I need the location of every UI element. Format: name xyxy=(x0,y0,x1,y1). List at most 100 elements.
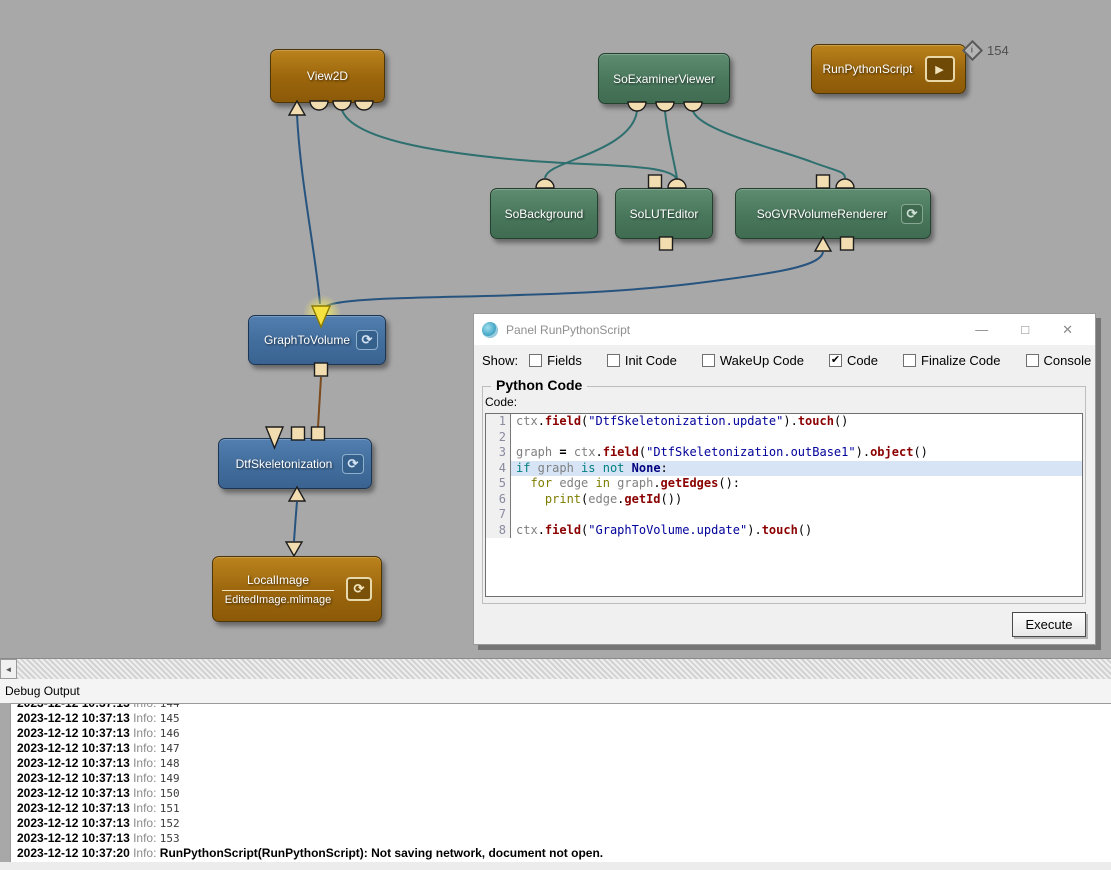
log-entry: 2023-12-12 10:37:13 Info: 149 xyxy=(17,771,1111,786)
node-label: GraphToVolume xyxy=(264,333,350,347)
diamond-info-icon: i xyxy=(962,40,983,61)
refresh-icon[interactable]: ⟳ xyxy=(901,204,923,224)
connector-triangle xyxy=(289,101,305,115)
code-line: 5 for edge in graph.getEdges(): xyxy=(486,476,1082,492)
checkbox-label: Finalize Code xyxy=(921,353,1001,368)
execute-button[interactable]: Execute xyxy=(1012,612,1086,637)
log-entry: 2023-12-12 10:37:13 Info: 148 xyxy=(17,756,1111,771)
code-line: 4if graph is not None: xyxy=(486,461,1082,477)
log-entry: 2023-12-12 10:37:13 Info: 153 xyxy=(17,831,1111,846)
code-line: 3graph = ctx.field("DtfSkeletonization.o… xyxy=(486,445,1082,461)
node-localimage[interactable]: LocalImage EditedImage.mlimage ⟳ xyxy=(212,556,382,622)
node-view2d[interactable]: View2D xyxy=(270,49,385,103)
checkbox-box[interactable] xyxy=(607,354,620,367)
node-label: DtfSkeletonization xyxy=(236,457,333,471)
python-code-groupbox: Python Code Code: 1ctx.field("DtfSkeleto… xyxy=(482,386,1086,604)
mevislab-icon xyxy=(482,322,498,338)
edge-graphtovolume-dtf xyxy=(318,377,321,427)
node-label: SoBackground xyxy=(505,207,584,221)
edge-solutedit-soexaminer xyxy=(665,111,677,178)
play-icon[interactable]: ▶ xyxy=(925,56,955,82)
scroll-left-arrow-icon[interactable]: ◄ xyxy=(0,659,17,679)
checkbox-label: Fields xyxy=(547,353,582,368)
checkbox-console[interactable]: Console xyxy=(1026,353,1092,368)
groupbox-title: Python Code xyxy=(491,377,587,393)
status-strip xyxy=(0,862,1111,870)
edge-localimage-dtf xyxy=(294,502,297,541)
code-line: 7 xyxy=(486,507,1082,523)
node-soluteditor[interactable]: SoLUTEditor xyxy=(615,188,713,239)
show-label: Show: xyxy=(482,353,518,368)
panel-runpythonscript: Panel RunPythonScript — □ ✕ Show: Fields… xyxy=(473,313,1096,645)
code-field-label: Code: xyxy=(485,395,517,409)
maximize-button[interactable]: □ xyxy=(1021,322,1029,338)
horizontal-scrollbar[interactable]: ◄ xyxy=(0,658,1111,680)
edge-graphtovolume-sogvr xyxy=(322,252,823,310)
refresh-icon[interactable]: ⟳ xyxy=(356,330,378,350)
log-entry: 2023-12-12 10:37:13 Info: 151 xyxy=(17,801,1111,816)
checkbox-box[interactable] xyxy=(529,354,542,367)
log-entry: 2023-12-12 10:37:13 Info: 145 xyxy=(17,711,1111,726)
node-label: SoLUTEditor xyxy=(630,207,699,221)
code-line: 2 xyxy=(486,430,1082,446)
connector-square xyxy=(649,175,662,188)
edge-sobackground-soexaminer xyxy=(545,111,637,178)
debug-output-header: Debug Output xyxy=(0,679,1111,703)
info-marker-value: 154 xyxy=(987,43,1009,58)
checkbox-label: Console xyxy=(1044,353,1092,368)
minimize-button[interactable]: — xyxy=(975,322,988,338)
checkbox-label: Code xyxy=(847,353,878,368)
node-label: SoGVRVolumeRenderer xyxy=(757,207,888,221)
divider xyxy=(222,590,334,591)
panel-titlebar[interactable]: Panel RunPythonScript — □ ✕ xyxy=(474,314,1095,345)
log-entry: 2023-12-12 10:37:13 Info: 146 xyxy=(17,726,1111,741)
refresh-icon[interactable]: ⟳ xyxy=(342,454,364,474)
node-sogvrvolumerenderer[interactable]: SoGVRVolumeRenderer ⟳ xyxy=(735,188,931,239)
debug-output-title: Debug Output xyxy=(5,684,80,698)
refresh-icon[interactable]: ⟳ xyxy=(346,577,372,601)
log-entry: 2023-12-12 10:37:13 Info: 152 xyxy=(17,816,1111,831)
panel-title: Panel RunPythonScript xyxy=(506,323,975,337)
checkbox-code[interactable]: ✔ Code xyxy=(829,353,878,368)
log-entry: 2023-12-12 10:37:13 Info: 150 xyxy=(17,786,1111,801)
log-entry: 2023-12-12 10:37:20 Info: RunPythonScrip… xyxy=(17,846,1111,861)
connector-dome xyxy=(668,179,686,188)
checkbox-box[interactable] xyxy=(903,354,916,367)
checkbox-fields[interactable]: Fields xyxy=(529,353,582,368)
close-button[interactable]: ✕ xyxy=(1062,322,1073,338)
node-runpythonscript[interactable]: RunPythonScript ▶ xyxy=(811,44,966,94)
edge-sogvr-soexaminer xyxy=(693,111,845,178)
checkbox-box[interactable] xyxy=(702,354,715,367)
connector-dome xyxy=(536,179,554,188)
code-line: 1ctx.field("DtfSkeletonization.update").… xyxy=(486,414,1082,430)
node-sobackground[interactable]: SoBackground xyxy=(490,188,598,239)
connector-triangle xyxy=(289,487,305,501)
node-soexaminerviewer[interactable]: SoExaminerViewer xyxy=(598,53,730,104)
checkbox-wakeup-code[interactable]: WakeUp Code xyxy=(702,353,804,368)
debug-log-list: 2023-12-12 10:37:13 Info: 1442023-12-12 … xyxy=(11,703,1111,861)
checkbox-label: WakeUp Code xyxy=(720,353,804,368)
checkbox-box-checked[interactable]: ✔ xyxy=(829,354,842,367)
checkbox-finalize-code[interactable]: Finalize Code xyxy=(903,353,1001,368)
debug-log-area[interactable]: 2023-12-12 10:37:13 Info: 1442023-12-12 … xyxy=(10,703,1111,862)
node-label: RunPythonScript xyxy=(822,62,912,76)
connector-triangle xyxy=(286,542,302,556)
node-label: View2D xyxy=(307,69,348,83)
log-entry: 2023-12-12 10:37:13 Info: 144 xyxy=(17,703,1111,711)
node-dtfskeletonization[interactable]: DtfSkeletonization ⟳ xyxy=(218,438,372,489)
code-line: 6 print(edge.getId()) xyxy=(486,492,1082,508)
code-line: 8ctx.field("GraphToVolume.update").touch… xyxy=(486,523,1082,539)
node-sublabel: EditedImage.mlimage xyxy=(225,594,331,606)
info-marker: i 154 xyxy=(965,43,1009,58)
connector-square xyxy=(817,175,830,188)
code-editor[interactable]: 1ctx.field("DtfSkeletonization.update").… xyxy=(485,413,1083,597)
checkbox-label: Init Code xyxy=(625,353,677,368)
log-entry: 2023-12-12 10:37:13 Info: 147 xyxy=(17,741,1111,756)
edge-solutedit-view2d xyxy=(342,110,677,179)
show-options-row: Show: Fields Init Code WakeUp Code ✔ Cod… xyxy=(474,345,1095,375)
edge-graphtovolume-view2d xyxy=(297,114,320,304)
node-graphtovolume[interactable]: GraphToVolume ⟳ xyxy=(248,315,386,365)
checkbox-box[interactable] xyxy=(1026,354,1039,367)
connector-triangle xyxy=(815,237,831,251)
checkbox-init-code[interactable]: Init Code xyxy=(607,353,677,368)
